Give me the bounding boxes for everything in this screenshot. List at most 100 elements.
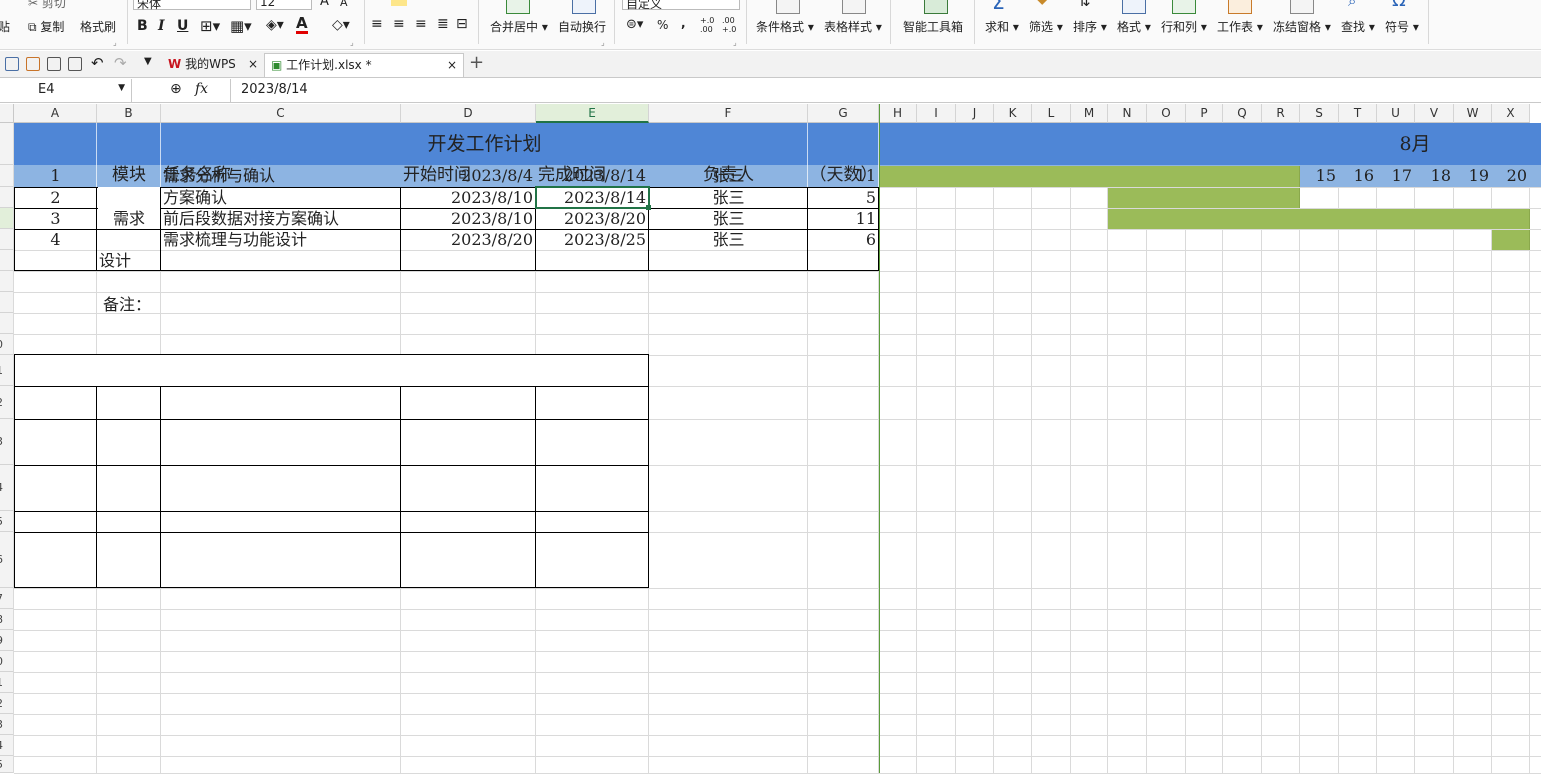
zoom-formula-icon[interactable]: ⊕ bbox=[170, 81, 182, 97]
cell-owner[interactable]: 张三 bbox=[649, 229, 808, 250]
row-header[interactable]: 8 bbox=[0, 609, 14, 630]
symbol-button[interactable]: 符号 ▾ bbox=[1385, 18, 1419, 35]
column-header-a[interactable]: A bbox=[14, 104, 97, 123]
cell-no[interactable]: 1 bbox=[14, 165, 97, 187]
column-header-l[interactable]: L bbox=[1032, 104, 1071, 123]
align-right-icon[interactable]: ≡ bbox=[415, 16, 427, 32]
merge-center-button[interactable]: 合并居中 ▾ bbox=[490, 18, 548, 35]
italic-button[interactable]: I bbox=[158, 18, 165, 34]
paste-button[interactable]: 贴 bbox=[0, 18, 10, 35]
column-header-i[interactable]: I bbox=[917, 104, 956, 123]
underline-button[interactable]: U bbox=[177, 18, 188, 34]
selected-cell[interactable] bbox=[535, 186, 650, 209]
table-style-button[interactable]: 表格样式 ▾ bbox=[824, 18, 882, 35]
cell-owner[interactable]: 张三 bbox=[649, 165, 808, 187]
wrap-text-button[interactable]: 自动换行 bbox=[558, 18, 606, 35]
column-header-u[interactable]: U bbox=[1377, 104, 1415, 123]
filter-button[interactable]: 筛选 ▾ bbox=[1029, 18, 1063, 35]
row-header[interactable]: 5 bbox=[0, 756, 14, 773]
column-header-c[interactable]: C bbox=[161, 104, 401, 123]
column-header-v[interactable]: V bbox=[1415, 104, 1454, 123]
row-header[interactable]: 4 bbox=[0, 735, 14, 756]
format-painter-button[interactable]: 格式刷 bbox=[80, 18, 116, 35]
justify-icon[interactable]: ≣ bbox=[437, 16, 449, 32]
cell-task[interactable]: 需求梳理与功能设计 bbox=[161, 229, 401, 250]
row-header[interactable] bbox=[0, 165, 14, 187]
column-header-k[interactable]: K bbox=[994, 104, 1032, 123]
smart-toolbox-button[interactable]: 智能工具箱 bbox=[903, 18, 963, 35]
font-launcher-icon[interactable]: ⌟ bbox=[350, 38, 354, 47]
cell-module-merged[interactable]: 需求 bbox=[97, 187, 161, 250]
row-header[interactable] bbox=[0, 123, 14, 165]
clear-format-icon[interactable]: ◇▾ bbox=[332, 17, 350, 33]
format-button[interactable]: 格式 ▾ bbox=[1117, 18, 1151, 35]
close-tab-icon[interactable]: × bbox=[447, 54, 457, 76]
row-header[interactable] bbox=[0, 229, 14, 250]
cell-end[interactable]: 2023/8/14 bbox=[536, 165, 649, 187]
row-header[interactable]: 3 bbox=[0, 419, 14, 465]
redo-icon[interactable]: ↷ bbox=[114, 54, 127, 72]
decrease-decimal-button[interactable]: .00 +.0 bbox=[722, 16, 736, 34]
number-launcher-icon[interactable]: ⌟ bbox=[733, 38, 737, 47]
sort-button[interactable]: 排序 ▾ bbox=[1073, 18, 1107, 35]
cell-days[interactable]: 6 bbox=[808, 229, 879, 250]
row-header[interactable] bbox=[0, 313, 14, 334]
cell-start[interactable]: 2023/8/10 bbox=[401, 208, 536, 229]
row-header[interactable] bbox=[0, 250, 14, 271]
row-header[interactable]: 5 bbox=[0, 511, 14, 532]
select-all-corner[interactable] bbox=[0, 104, 14, 123]
undo-icon[interactable]: ↶ bbox=[91, 54, 104, 72]
name-box[interactable]: E4 ▼ bbox=[0, 79, 132, 102]
cell-owner[interactable]: 张三 bbox=[649, 208, 808, 229]
row-header[interactable]: 3 bbox=[0, 714, 14, 735]
align-launcher-icon[interactable]: ⌟ bbox=[601, 38, 605, 47]
cell-days[interactable]: 11 bbox=[808, 208, 879, 229]
sum-button[interactable]: 求和 ▾ bbox=[985, 18, 1019, 35]
cell-task[interactable]: 方案确认 bbox=[161, 187, 401, 208]
worksheet-button[interactable]: 工作表 ▾ bbox=[1217, 18, 1263, 35]
cell-days[interactable]: 5 bbox=[808, 187, 879, 208]
row-header[interactable] bbox=[0, 292, 14, 313]
font-color-button[interactable]: A bbox=[296, 16, 308, 34]
fill-color-icon[interactable]: ◈▾ bbox=[266, 17, 284, 33]
border-icon[interactable]: ⊞▾ bbox=[200, 17, 220, 35]
find-button[interactable]: 查找 ▾ bbox=[1341, 18, 1375, 35]
column-header-j[interactable]: J bbox=[956, 104, 994, 123]
function-button[interactable]: fx bbox=[195, 81, 208, 97]
cell-end[interactable]: 2023/8/25 bbox=[536, 229, 649, 250]
comma-button[interactable]: , bbox=[681, 16, 686, 30]
row-header[interactable]: 1 bbox=[0, 672, 14, 693]
currency-icon[interactable]: ⊜▾ bbox=[626, 17, 643, 32]
cell-end[interactable]: 2023/8/20 bbox=[536, 208, 649, 229]
name-box-dropdown-icon[interactable]: ▼ bbox=[118, 83, 125, 93]
column-header-g[interactable]: G bbox=[808, 104, 879, 123]
row-header[interactable] bbox=[0, 271, 14, 292]
increase-decimal-button[interactable]: +.0 .00 bbox=[700, 16, 714, 34]
percent-button[interactable]: % bbox=[657, 18, 668, 32]
tab-workbook[interactable]: ▣ 工作计划.xlsx * × bbox=[264, 53, 464, 77]
column-header-p[interactable]: P bbox=[1186, 104, 1223, 123]
tab-my-wps[interactable]: W 我的WPS × bbox=[162, 53, 262, 77]
align-center-icon[interactable]: ≡ bbox=[393, 16, 405, 32]
cell-owner[interactable]: 张三 bbox=[649, 187, 808, 208]
formula-input[interactable]: 2023/8/14 bbox=[230, 79, 1541, 102]
row-header[interactable] bbox=[0, 187, 14, 208]
clipboard-launcher-icon[interactable]: ⌟ bbox=[113, 38, 117, 47]
distribute-icon[interactable]: ⊟ bbox=[456, 16, 468, 32]
copy-button[interactable]: ⧉ 复制 bbox=[28, 18, 64, 35]
column-header-w[interactable]: W bbox=[1454, 104, 1492, 123]
number-format-select[interactable]: 自定义 bbox=[622, 0, 740, 11]
freeze-panes-button[interactable]: 冻结窗格 ▾ bbox=[1273, 18, 1331, 35]
rowcol-button[interactable]: 行和列 ▾ bbox=[1161, 18, 1207, 35]
new-tab-icon[interactable]: + bbox=[469, 52, 484, 73]
font-name-select[interactable]: 宋体 bbox=[133, 0, 251, 11]
cell-days[interactable]: 11 bbox=[808, 165, 879, 187]
bold-button[interactable]: B bbox=[137, 18, 148, 34]
cell-task[interactable]: 前后段数据对接方案确认 bbox=[161, 208, 401, 229]
cell-task[interactable]: 需求分析与确认 bbox=[161, 165, 401, 187]
cut-button[interactable]: ✂ 剪切 bbox=[28, 0, 66, 11]
row-header[interactable]: 0 bbox=[0, 651, 14, 672]
column-header-e[interactable]: E bbox=[536, 104, 649, 123]
row-header[interactable]: 0 bbox=[0, 334, 14, 355]
column-header-o[interactable]: O bbox=[1147, 104, 1186, 123]
